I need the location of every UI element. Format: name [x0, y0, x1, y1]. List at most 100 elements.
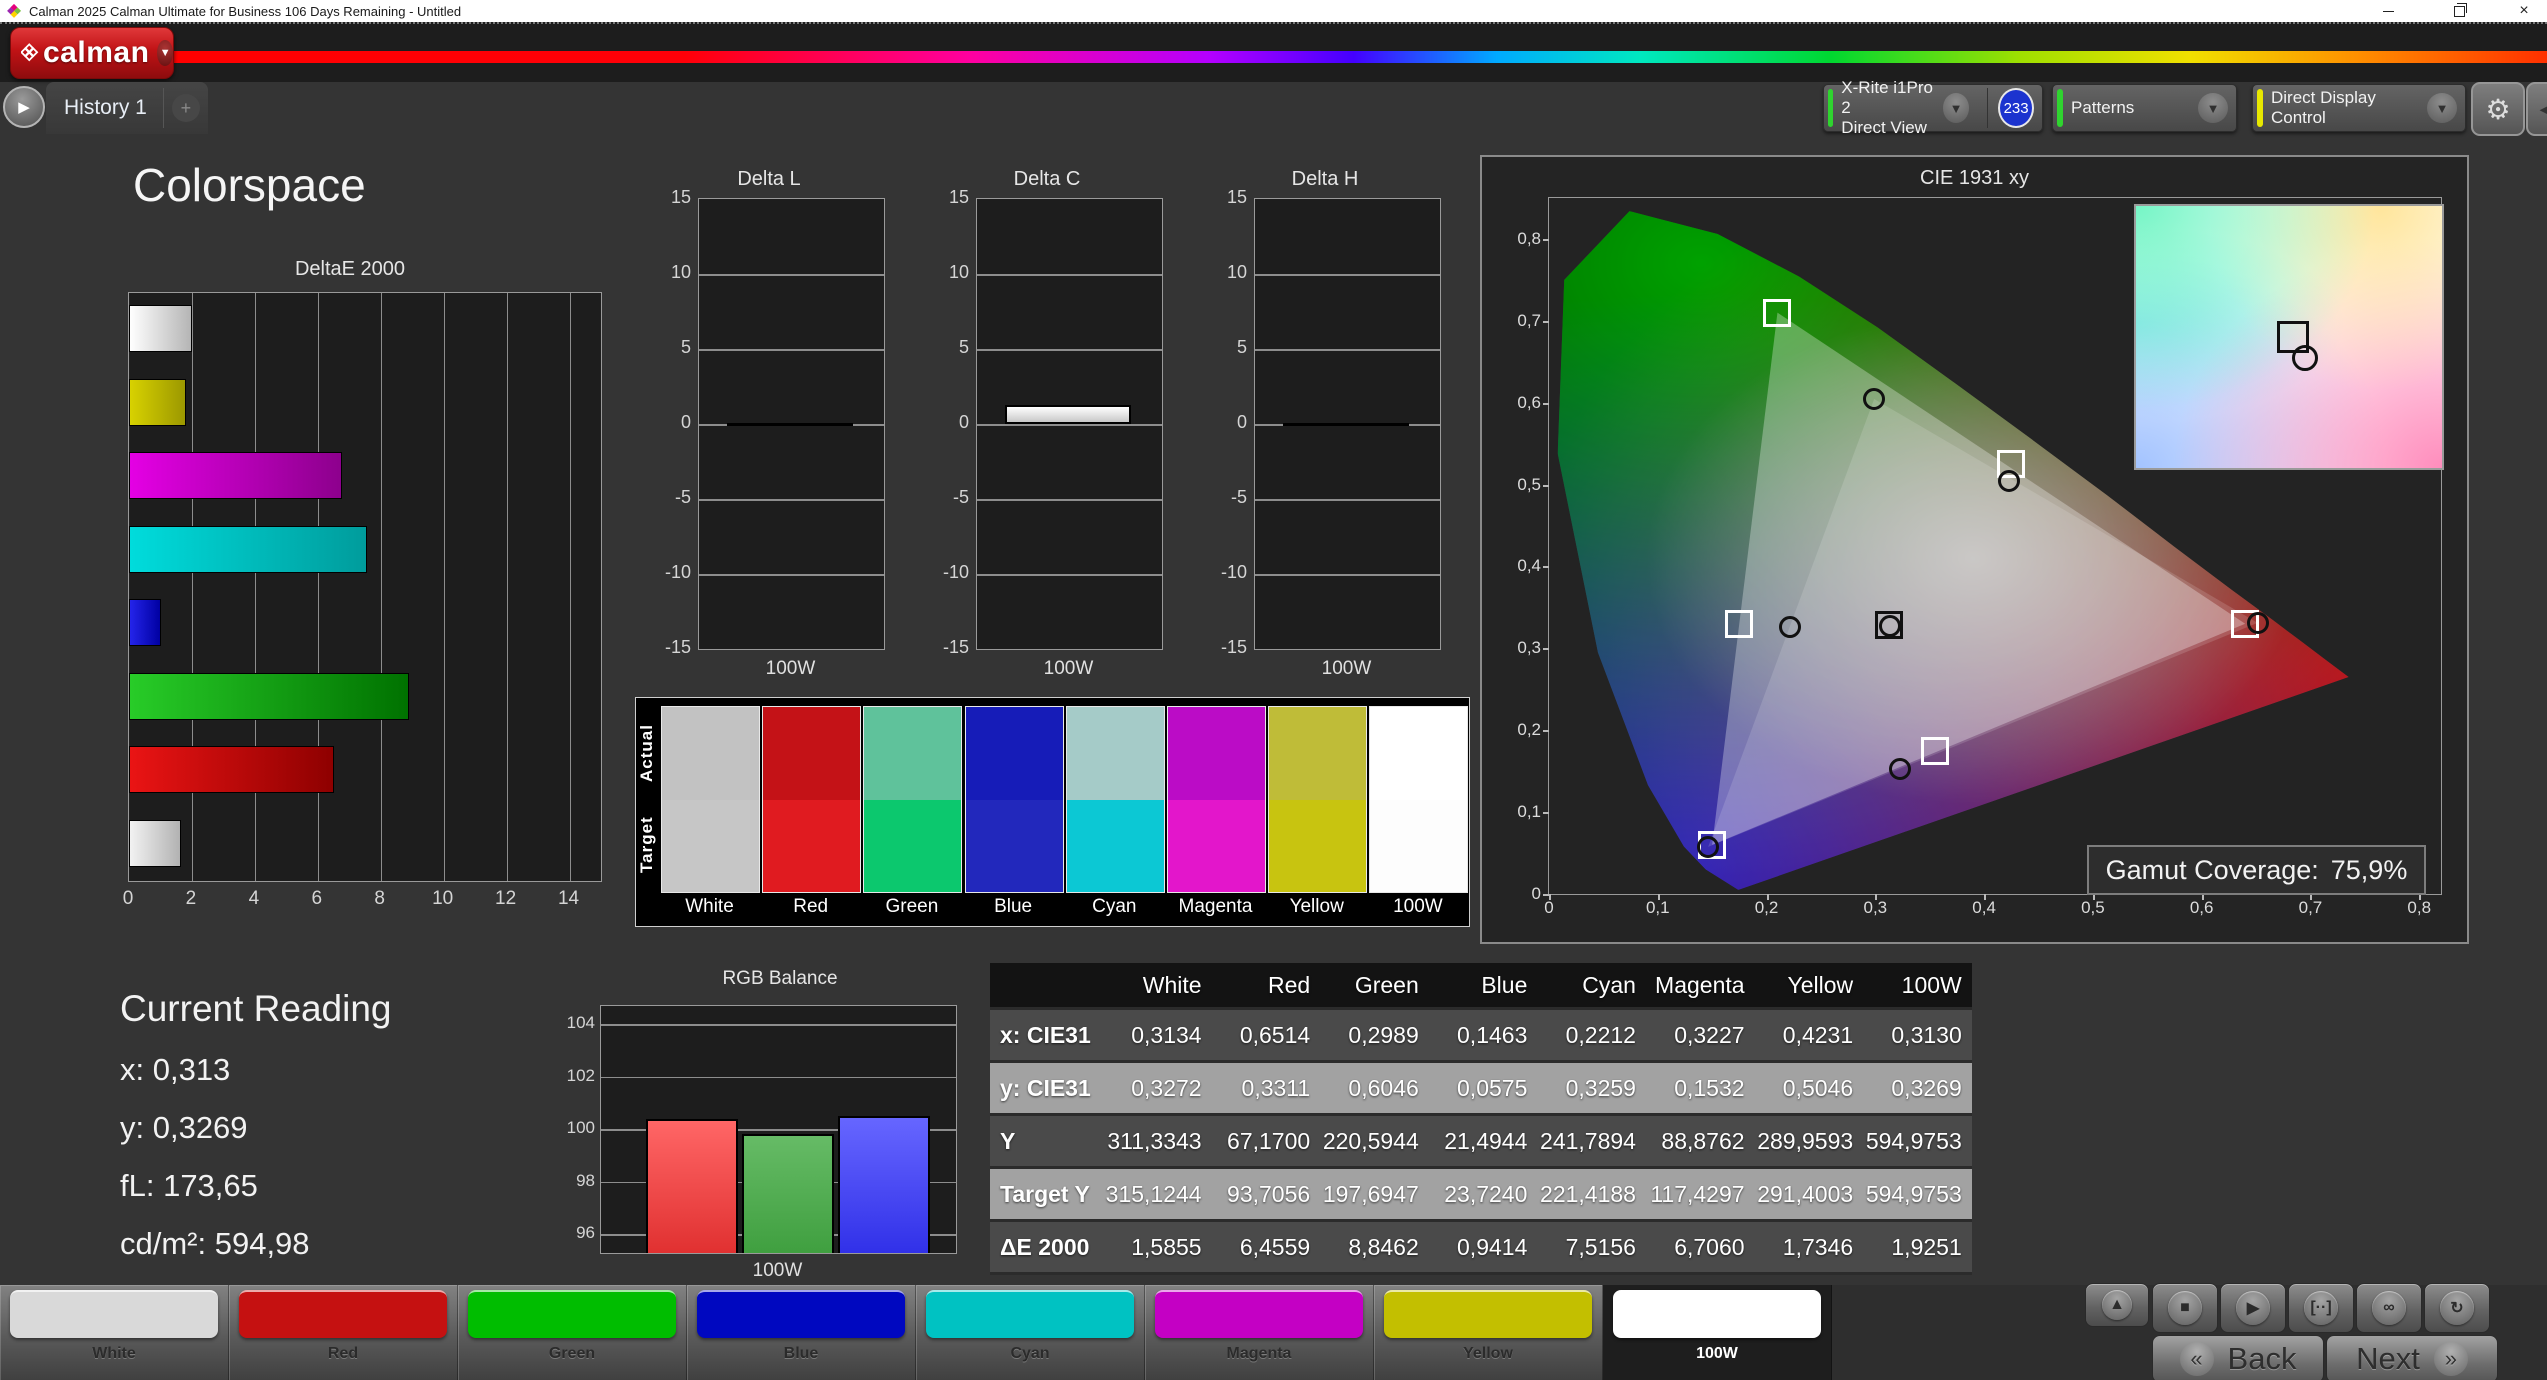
add-tab-button[interactable]: + — [164, 82, 208, 134]
x-tick-label: 8 — [374, 888, 386, 909]
loop-button[interactable]: ∞ — [2356, 1283, 2422, 1333]
actual-row-label: Actual — [637, 724, 656, 782]
deltae-bar-blue — [129, 599, 161, 646]
delta-c-chart: Delta C 15 10 5 0 -5 -10 -15 100W — [931, 168, 1163, 683]
display-control-dropdown[interactable]: Direct Display Control ▼ — [2252, 84, 2466, 132]
deltae-bar-cyan — [129, 525, 368, 573]
collapse-panel-button[interactable]: ◀ — [2526, 82, 2547, 136]
delta-x-label: 100W — [765, 658, 816, 679]
delta-h-chart: Delta H 15 10 5 0 -5 -10 -15 100W — [1209, 168, 1441, 683]
y-tick-label: 15 — [948, 187, 969, 207]
y-tick-label: 100 — [566, 1118, 595, 1137]
play-button[interactable]: ▶ — [2220, 1283, 2286, 1333]
gridline — [977, 574, 1162, 576]
pattern-button-blue[interactable]: Blue — [687, 1285, 916, 1380]
rgb-bar-red — [646, 1118, 738, 1253]
close-button[interactable]: × — [2501, 0, 2547, 22]
y-tick-label: 104 — [566, 1013, 595, 1032]
x-tick-label: 4 — [248, 888, 260, 909]
pattern-button-cyan[interactable]: Cyan — [916, 1285, 1145, 1380]
back-button[interactable]: « Back — [2152, 1335, 2324, 1380]
swatch-label: Red — [793, 896, 829, 917]
minimize-button[interactable] — [2365, 0, 2411, 22]
title-bar: Calman 2025 Calman Ultimate for Business… — [0, 0, 2547, 22]
x-tick-label: 6 — [311, 888, 323, 909]
y-tick-label: -15 — [942, 637, 969, 657]
pattern-swatch — [468, 1290, 676, 1338]
patterns-dropdown[interactable]: Patterns ▼ — [2052, 84, 2237, 132]
deltae-bar-green — [129, 672, 410, 720]
settings-button[interactable]: ⚙ — [2471, 82, 2525, 136]
pattern-panel-expand-button[interactable]: ▲ — [2085, 1283, 2149, 1327]
table-cell: 291,4003 — [1757, 1181, 1854, 1207]
deltae-x-axis: 0 2 4 6 8 10 12 14 — [123, 888, 600, 914]
tab-row: ▶ History 1 + X-Rite i1Pro 2 Direct View… — [0, 78, 2547, 137]
pattern-button-magenta[interactable]: Magenta — [1145, 1285, 1374, 1380]
play-icon: ▶ — [18, 99, 30, 116]
bottom-pattern-bar: White Red Green Blue Cyan Magenta Yellow 100W ▲… — [0, 1283, 2547, 1380]
swatch-label: Yellow — [1289, 896, 1344, 917]
display-control-label: Direct Display Control — [2271, 88, 2376, 127]
table-cell: 0,6514 — [1239, 1022, 1311, 1048]
calman-wordmark: calman — [43, 36, 150, 69]
table-header-row: White Red Green Blue Cyan Magenta Yellow 100W — [990, 963, 1972, 1007]
table-cell: 311,3343 — [1107, 1128, 1202, 1154]
cie-actual-marker — [2246, 611, 2269, 634]
pattern-button-red[interactable]: Red — [229, 1285, 458, 1380]
pattern-button-yellow[interactable]: Yellow — [1374, 1285, 1603, 1380]
y-tick-label: 0,4 — [1517, 556, 1541, 576]
plus-icon: + — [171, 94, 200, 122]
delta-bar — [1005, 404, 1131, 424]
pattern-label: Red — [327, 1345, 359, 1362]
meter-dropdown[interactable]: X-Rite i1Pro 2 Direct View ▼ 233 — [1823, 78, 2043, 137]
pattern-button-white[interactable]: White — [0, 1285, 229, 1380]
gridline — [380, 293, 383, 881]
y-tick-label: 10 — [948, 262, 969, 282]
x-tick-label: 0 — [1544, 898, 1554, 917]
y-tick-label: 5 — [958, 337, 969, 357]
history-play-button[interactable]: ▶ — [3, 86, 45, 128]
delta-zero-bar — [1283, 423, 1409, 426]
pattern-swatch — [926, 1290, 1134, 1338]
cie-actual-marker — [1863, 387, 1886, 410]
refresh-button[interactable]: ↻ — [2424, 1283, 2490, 1333]
pattern-button-100w[interactable]: 100W — [1603, 1285, 1832, 1380]
calman-menu-button[interactable]: calman ▼ — [10, 27, 174, 79]
rainbow-strip — [160, 51, 2547, 63]
target-row-label: Target — [637, 816, 656, 874]
tab-history-1[interactable]: History 1 + — [46, 82, 208, 134]
table-corner-cell — [990, 963, 1103, 1007]
meter-count-badge: 233 — [1998, 88, 2034, 128]
table-cell: 1,5855 — [1131, 1234, 1202, 1260]
pattern-button-green[interactable]: Green — [458, 1285, 687, 1380]
x-tick-label: 0,5 — [2081, 898, 2105, 917]
table-cell: 7,5156 — [1565, 1234, 1636, 1260]
gridline — [977, 349, 1162, 351]
next-chevron-icon: » — [2433, 1342, 2468, 1376]
display-control-status-stripe — [2257, 89, 2263, 127]
gridline — [443, 293, 446, 881]
refresh-button-icon: ↻ — [2440, 1291, 2474, 1325]
restore-button[interactable] — [2436, 0, 2482, 22]
pattern-label: Yellow — [1463, 1345, 1513, 1362]
swatch-column-magenta — [1167, 706, 1266, 893]
pattern-label: 100W — [1696, 1345, 1738, 1362]
next-button[interactable]: Next » — [2326, 1335, 2498, 1380]
stop-button[interactable]: ■ — [2152, 1283, 2218, 1333]
table-cell: 221,4188 — [1540, 1181, 1636, 1207]
chevron-down-icon: ▼ — [1942, 93, 1970, 123]
swatch-column-green — [863, 706, 963, 893]
y-tick-label: 0,2 — [1517, 720, 1541, 740]
zero-gridline — [977, 424, 1162, 426]
y-tick-label: 5 — [1236, 337, 1247, 357]
meter-name: X-Rite i1Pro 2 — [1841, 78, 1933, 117]
pattern-swatch — [1384, 1290, 1592, 1338]
gridline — [699, 499, 884, 501]
pattern-label: White — [92, 1345, 136, 1362]
gridline — [1255, 274, 1440, 276]
meter-status-stripe — [1828, 89, 1834, 127]
y-tick-label: -5 — [952, 487, 969, 507]
meter-mode: Direct View — [1841, 118, 1927, 137]
table-cell: 8,8462 — [1348, 1234, 1419, 1260]
range-button[interactable]: [··] — [2288, 1283, 2354, 1333]
